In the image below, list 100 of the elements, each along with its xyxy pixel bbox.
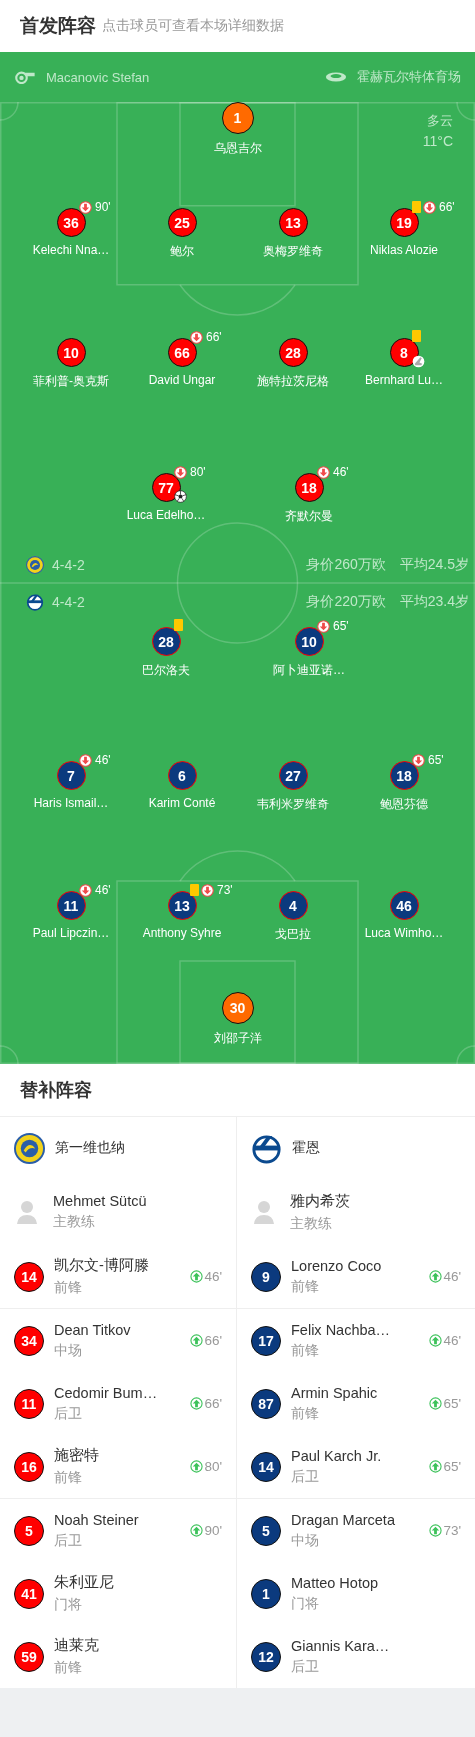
minute-text: 90' xyxy=(95,200,111,214)
minute-text: 46' xyxy=(95,753,111,767)
crest-icon xyxy=(26,556,44,574)
player-number[interactable]: 13 xyxy=(167,891,197,920)
player-number[interactable]: 28 xyxy=(151,627,181,656)
player-number[interactable]: 1 xyxy=(221,102,254,134)
player-position: 前锋 xyxy=(54,1659,83,1677)
player-number[interactable]: 12 xyxy=(251,1641,281,1672)
player-number[interactable]: 10 xyxy=(56,338,86,367)
player-name[interactable]: 齐默尔曼 xyxy=(285,508,333,525)
player-name[interactable]: 奥梅罗维奇 xyxy=(263,243,323,260)
team-name[interactable]: 霍恩 xyxy=(292,1139,320,1157)
player-name[interactable]: Anthony Syhre xyxy=(142,926,222,940)
player-number[interactable]: 18 xyxy=(294,473,324,502)
team-name[interactable]: 第一维也纳 xyxy=(55,1139,125,1157)
arrow-up-icon xyxy=(190,1334,204,1347)
arrow-down-icon xyxy=(174,465,187,479)
player-name[interactable]: Luca Edelho… xyxy=(126,508,206,522)
player-number[interactable]: 28 xyxy=(278,338,308,367)
section-hint: 点击球员可查看本场详细数据 xyxy=(102,17,284,35)
player-position: 后卫 xyxy=(54,1404,83,1423)
player-number[interactable]: 66 xyxy=(167,338,197,367)
player-name[interactable]: 施密特 xyxy=(54,1446,99,1465)
player-name[interactable]: David Ungar xyxy=(148,373,216,387)
player-number[interactable]: 10 xyxy=(294,627,324,656)
player-name[interactable]: Armin Spahic xyxy=(291,1384,378,1401)
player-name[interactable]: Kelechi Nna… xyxy=(32,243,110,257)
player-name[interactable]: Lorenzo Coco xyxy=(291,1257,382,1274)
player-number[interactable]: 7 xyxy=(56,761,86,790)
crest-icon xyxy=(26,593,44,611)
coach-name[interactable]: 雅内希茨 xyxy=(290,1191,350,1211)
player-number[interactable]: 87 xyxy=(251,1388,281,1419)
minute-text: 65' xyxy=(443,1459,461,1474)
arrow-up-icon xyxy=(190,1397,204,1410)
player-number[interactable]: 30 xyxy=(221,992,254,1024)
player-name[interactable]: 阿卜迪亚诺… xyxy=(273,662,345,679)
player-number[interactable]: 14 xyxy=(251,1451,281,1482)
player-name[interactable]: 凯尔文-博阿滕 xyxy=(54,1256,149,1275)
crest-icon xyxy=(14,1132,45,1164)
player-position: 前锋 xyxy=(54,1279,83,1297)
player-number[interactable]: 34 xyxy=(14,1325,44,1356)
player-number[interactable]: 19 xyxy=(389,208,419,237)
player-name[interactable]: Dragan Marceta xyxy=(291,1511,395,1528)
player-name[interactable]: Bernhard Lu… xyxy=(364,373,443,387)
player-name[interactable]: 施特拉茨尼格 xyxy=(257,373,329,390)
formation-text: 4-4-2 xyxy=(52,557,85,573)
player-name[interactable]: 巴尔洛夫 xyxy=(142,662,190,679)
player-name[interactable]: Paul Lipczin… xyxy=(32,926,110,940)
player-name[interactable]: 菲利普-奥克斯 xyxy=(33,373,109,390)
player-number[interactable]: 1 xyxy=(251,1578,281,1609)
player-number[interactable]: 5 xyxy=(251,1515,281,1546)
player-name[interactable]: 刘邵子洋 xyxy=(213,1030,262,1047)
player-number[interactable]: 25 xyxy=(167,208,197,237)
minute-text: 80' xyxy=(190,465,206,479)
player-name[interactable]: 韦利米罗维奇 xyxy=(257,796,329,813)
formation-text: 4-4-2 xyxy=(52,594,85,610)
player-name[interactable]: Dean Titkov xyxy=(54,1321,131,1338)
arrow-down-icon xyxy=(412,753,425,767)
player-number[interactable]: 6 xyxy=(167,761,197,790)
player-number[interactable]: 9 xyxy=(251,1261,281,1292)
player-name[interactable]: Matteo Hotop xyxy=(291,1574,379,1591)
coach-name[interactable]: Mehmet Sütcü xyxy=(53,1193,147,1209)
minute-text: 65' xyxy=(428,753,444,767)
player-name[interactable]: Niklas Alozie xyxy=(370,243,438,257)
player-name[interactable]: Felix Nachba… xyxy=(291,1321,391,1338)
minute-text: 80' xyxy=(204,1459,222,1474)
player-number[interactable]: 17 xyxy=(251,1325,281,1356)
player-name[interactable]: Giannis Kara… xyxy=(291,1637,390,1654)
player-number[interactable]: 27 xyxy=(278,761,308,790)
arrow-down-icon xyxy=(317,465,330,479)
player-position: 门将 xyxy=(54,1596,83,1614)
player-name[interactable]: 朱利亚尼 xyxy=(54,1573,114,1592)
player-number[interactable]: 11 xyxy=(14,1388,44,1419)
player-number[interactable]: 36 xyxy=(56,208,86,237)
player-name[interactable]: Noah Steiner xyxy=(54,1511,139,1528)
booking-card-icon xyxy=(412,201,421,213)
player-name[interactable]: 迪莱克 xyxy=(54,1636,99,1655)
player-name[interactable]: 戈巴拉 xyxy=(275,926,311,943)
player-number[interactable]: 13 xyxy=(278,208,308,237)
player-number[interactable]: 8 xyxy=(389,338,419,367)
player-number[interactable]: 11 xyxy=(56,891,86,920)
arrow-up-icon xyxy=(190,1524,204,1537)
player-number[interactable]: 41 xyxy=(14,1578,44,1609)
player-number[interactable]: 16 xyxy=(14,1451,44,1482)
player-number[interactable]: 5 xyxy=(14,1515,44,1546)
player-number[interactable]: 59 xyxy=(14,1641,44,1672)
player-name[interactable]: Haris Ismail… xyxy=(33,796,109,810)
player-number[interactable]: 14 xyxy=(14,1261,44,1292)
player-number[interactable]: 4 xyxy=(278,891,308,920)
player-name[interactable]: Luca Wimho… xyxy=(364,926,444,940)
player-name[interactable]: 鲍尔 xyxy=(170,243,194,260)
player-name[interactable]: 鲍恩芬德 xyxy=(380,796,428,813)
player-number[interactable]: 18 xyxy=(389,761,419,790)
player-name[interactable]: Cedomir Bum… xyxy=(54,1384,158,1401)
player-number[interactable]: 46 xyxy=(389,891,419,920)
section-title: 替补阵容 xyxy=(20,1079,92,1102)
player-name[interactable]: Paul Karch Jr. xyxy=(291,1447,382,1464)
minute-text: 90' xyxy=(204,1523,222,1538)
player-name[interactable]: 乌恩吉尔 xyxy=(213,140,262,157)
player-name[interactable]: Karim Conté xyxy=(148,796,216,810)
